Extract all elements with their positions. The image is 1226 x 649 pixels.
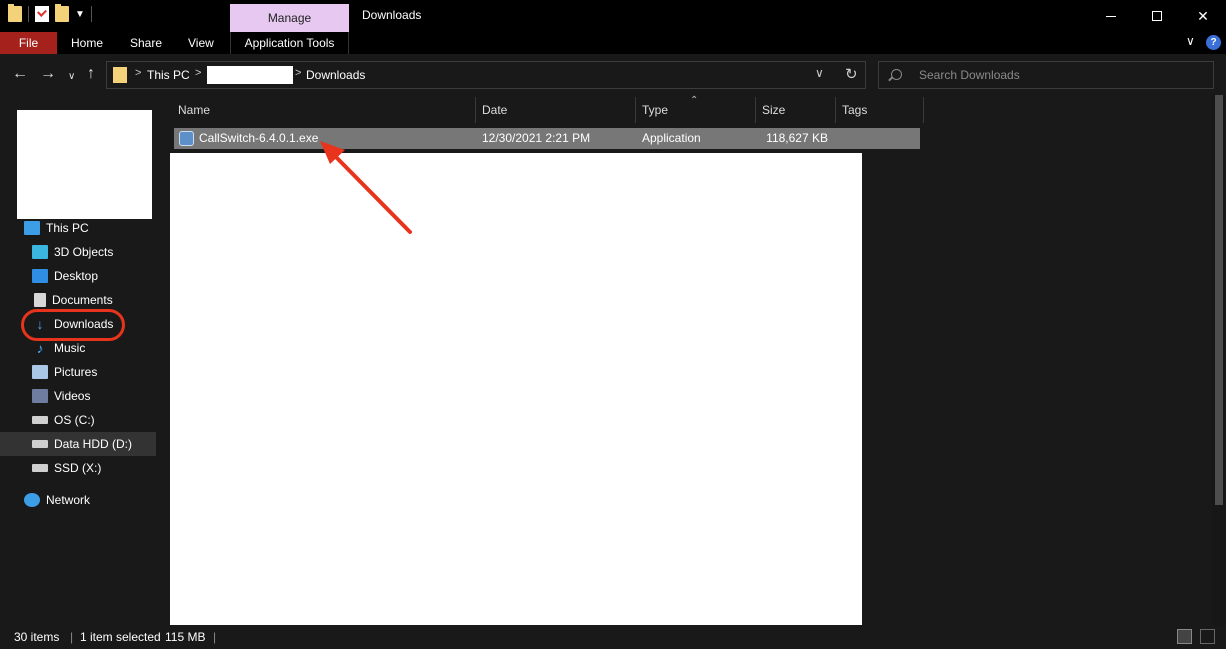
close-button[interactable]: ✕: [1180, 0, 1226, 32]
sidebar-item-label: Videos: [54, 389, 91, 403]
redacted-quick-access: [17, 110, 152, 219]
manage-context-tab[interactable]: Manage: [230, 4, 349, 32]
sidebar-item-3d-objects[interactable]: 3D Objects: [0, 240, 156, 264]
sidebar-item-data-hdd-d[interactable]: Data HDD (D:): [0, 432, 156, 456]
refresh-icon[interactable]: ↻: [845, 65, 858, 83]
toolbar-divider: [28, 6, 29, 22]
close-icon: ✕: [1197, 7, 1209, 24]
expand-ribbon-icon[interactable]: ∨: [1186, 34, 1195, 48]
sidebar-item-label: Documents: [52, 293, 113, 307]
sidebar-item-os-c[interactable]: OS (C:): [0, 408, 156, 432]
minimize-icon: [1106, 15, 1116, 17]
sidebar-item-label: Pictures: [54, 365, 98, 379]
computer-icon: [24, 221, 40, 235]
file-name: CallSwitch-6.4.0.1.exe: [199, 131, 319, 145]
address-bar[interactable]: > This PC > > Downloads ∨ ↻: [106, 61, 866, 89]
sidebar-item-label: This PC: [46, 221, 89, 235]
tab-home[interactable]: Home: [71, 32, 103, 54]
ribbon-tabs: File Home Share View Application Tools ∨…: [0, 32, 1226, 54]
column-header-size[interactable]: Size: [756, 97, 836, 123]
quick-access-toolbar: ▼: [8, 4, 92, 22]
sidebar-item-desktop[interactable]: Desktop: [0, 264, 156, 288]
search-input[interactable]: [919, 68, 1199, 82]
selection-size: 115 MB: [165, 630, 206, 644]
sidebar-item-label: 3D Objects: [54, 245, 114, 259]
folder-icon: [113, 67, 127, 83]
breadcrumb-separator[interactable]: >: [295, 67, 301, 79]
sidebar-item-network[interactable]: Network: [0, 488, 156, 512]
tab-file[interactable]: File: [0, 32, 57, 54]
folder-icon[interactable]: [8, 4, 22, 22]
sort-ascending-icon: ⌃: [690, 95, 699, 106]
search-icon: [891, 69, 902, 80]
back-arrow-icon[interactable]: ←: [12, 64, 28, 84]
search-box[interactable]: [878, 61, 1214, 89]
breadcrumb-separator[interactable]: >: [195, 67, 201, 79]
video-icon: [32, 389, 48, 403]
sidebar-item-label: Music: [54, 341, 86, 355]
picture-icon: [32, 365, 48, 379]
redacted-file-list: [170, 153, 862, 625]
maximize-icon: [1152, 11, 1162, 21]
column-header-date[interactable]: Date: [476, 97, 636, 123]
status-divider: |: [213, 630, 217, 644]
title-bar: ▼ Manage Downloads ✕: [0, 0, 1226, 32]
downloads-highlight-circle: [21, 309, 125, 341]
sidebar-item-label: Desktop: [54, 269, 99, 283]
address-dropdown-icon[interactable]: ∨: [815, 66, 824, 80]
redacted-breadcrumb: [207, 66, 293, 84]
maximize-button[interactable]: [1134, 0, 1180, 32]
drive-icon: [32, 440, 48, 448]
breadcrumb-separator[interactable]: >: [135, 67, 141, 79]
tab-view[interactable]: View: [188, 32, 214, 54]
drive-icon: [32, 416, 48, 424]
desktop-icon: [32, 269, 48, 283]
sidebar-item-label: Network: [46, 493, 91, 507]
file-list-view: Name Date Type Size Tags ⌃ CallSwitch-6.…: [160, 95, 1212, 625]
properties-icon[interactable]: [35, 6, 49, 22]
cube-icon: [32, 245, 48, 259]
minimize-button[interactable]: [1088, 0, 1134, 32]
sidebar-item-this-pc[interactable]: This PC: [0, 216, 156, 240]
customize-toolbar-icon[interactable]: ▼: [75, 9, 85, 20]
network-icon: [24, 493, 40, 507]
column-header-name[interactable]: Name: [172, 97, 476, 123]
file-type: Application: [642, 131, 701, 145]
forward-arrow-icon[interactable]: →: [40, 64, 56, 84]
tab-application-tools[interactable]: Application Tools: [230, 32, 349, 54]
drive-icon: [32, 464, 48, 472]
details-view-icon[interactable]: [1177, 629, 1192, 644]
toolbar-divider: [90, 6, 92, 22]
file-size: 118,627 KB: [766, 131, 828, 145]
file-date: 12/30/2021 2:21 PM: [482, 131, 591, 145]
navigation-bar: ← → ∨ ↑ > This PC > > Downloads ∨ ↻: [0, 54, 1226, 95]
large-icons-view-icon[interactable]: [1200, 629, 1215, 644]
sidebar-item-videos[interactable]: Videos: [0, 384, 156, 408]
vertical-scrollbar[interactable]: [1212, 95, 1226, 625]
help-icon[interactable]: ?: [1206, 35, 1221, 50]
selection-count: 1 item selected: [80, 630, 161, 644]
sidebar-item-label: OS (C:): [54, 413, 95, 427]
navigation-pane: This PC 3D Objects Desktop Documents ↓ D…: [0, 95, 160, 625]
application-icon: [179, 131, 194, 146]
new-folder-icon[interactable]: [55, 4, 69, 22]
breadcrumb-downloads[interactable]: Downloads: [306, 68, 365, 82]
breadcrumb-this-pc[interactable]: This PC: [147, 68, 190, 82]
status-bar: 30 items | 1 item selected 115 MB |: [0, 625, 1226, 649]
up-arrow-icon[interactable]: ↑: [87, 64, 95, 84]
recent-locations-icon[interactable]: ∨: [68, 67, 75, 87]
document-icon: [34, 293, 46, 307]
tab-share[interactable]: Share: [130, 32, 162, 54]
sidebar-item-pictures[interactable]: Pictures: [0, 360, 156, 384]
table-row[interactable]: CallSwitch-6.4.0.1.exe 12/30/2021 2:21 P…: [174, 128, 920, 149]
status-divider: |: [70, 630, 74, 644]
item-count: 30 items: [14, 630, 60, 644]
sidebar-item-ssd-x[interactable]: SSD (X:): [0, 456, 156, 480]
scrollbar-thumb[interactable]: [1215, 95, 1223, 505]
sidebar-item-label: Data HDD (D:): [54, 437, 133, 451]
sidebar-item-label: SSD (X:): [54, 461, 102, 475]
window-title: Downloads: [362, 8, 422, 22]
music-note-icon: ♪: [36, 340, 44, 356]
column-header-tags[interactable]: Tags: [836, 97, 924, 123]
